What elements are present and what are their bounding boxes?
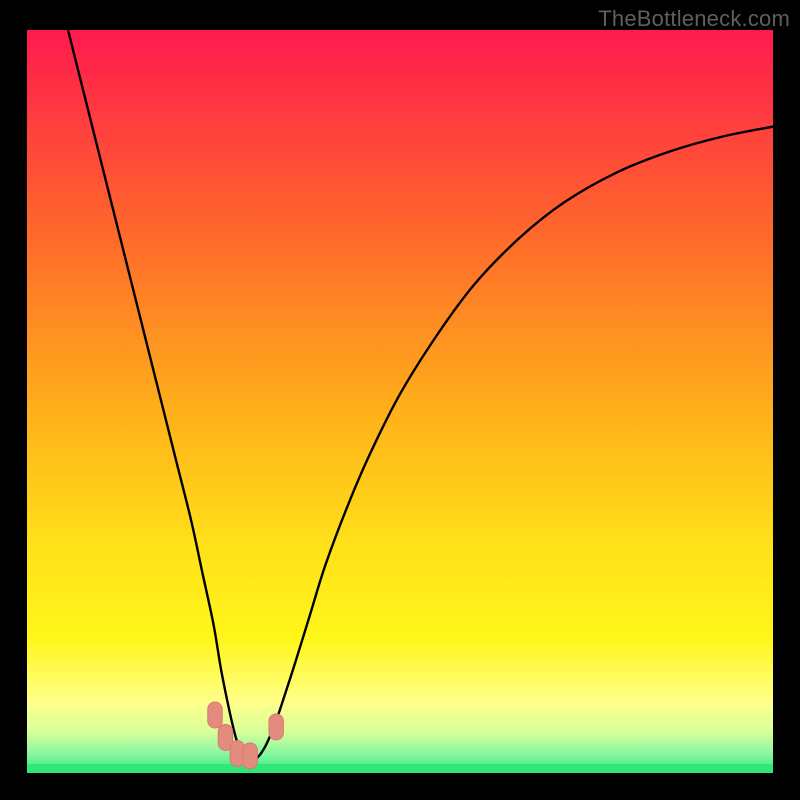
gradient-background — [27, 30, 773, 773]
watermark-text: TheBottleneck.com — [598, 6, 790, 32]
curve-marker — [243, 743, 257, 769]
curve-marker — [269, 714, 284, 740]
chart-frame: TheBottleneck.com — [0, 0, 800, 800]
bottleneck-chart — [27, 30, 773, 773]
curve-marker — [208, 702, 223, 728]
green-baseline-band — [27, 764, 773, 773]
plot-area — [27, 30, 773, 773]
